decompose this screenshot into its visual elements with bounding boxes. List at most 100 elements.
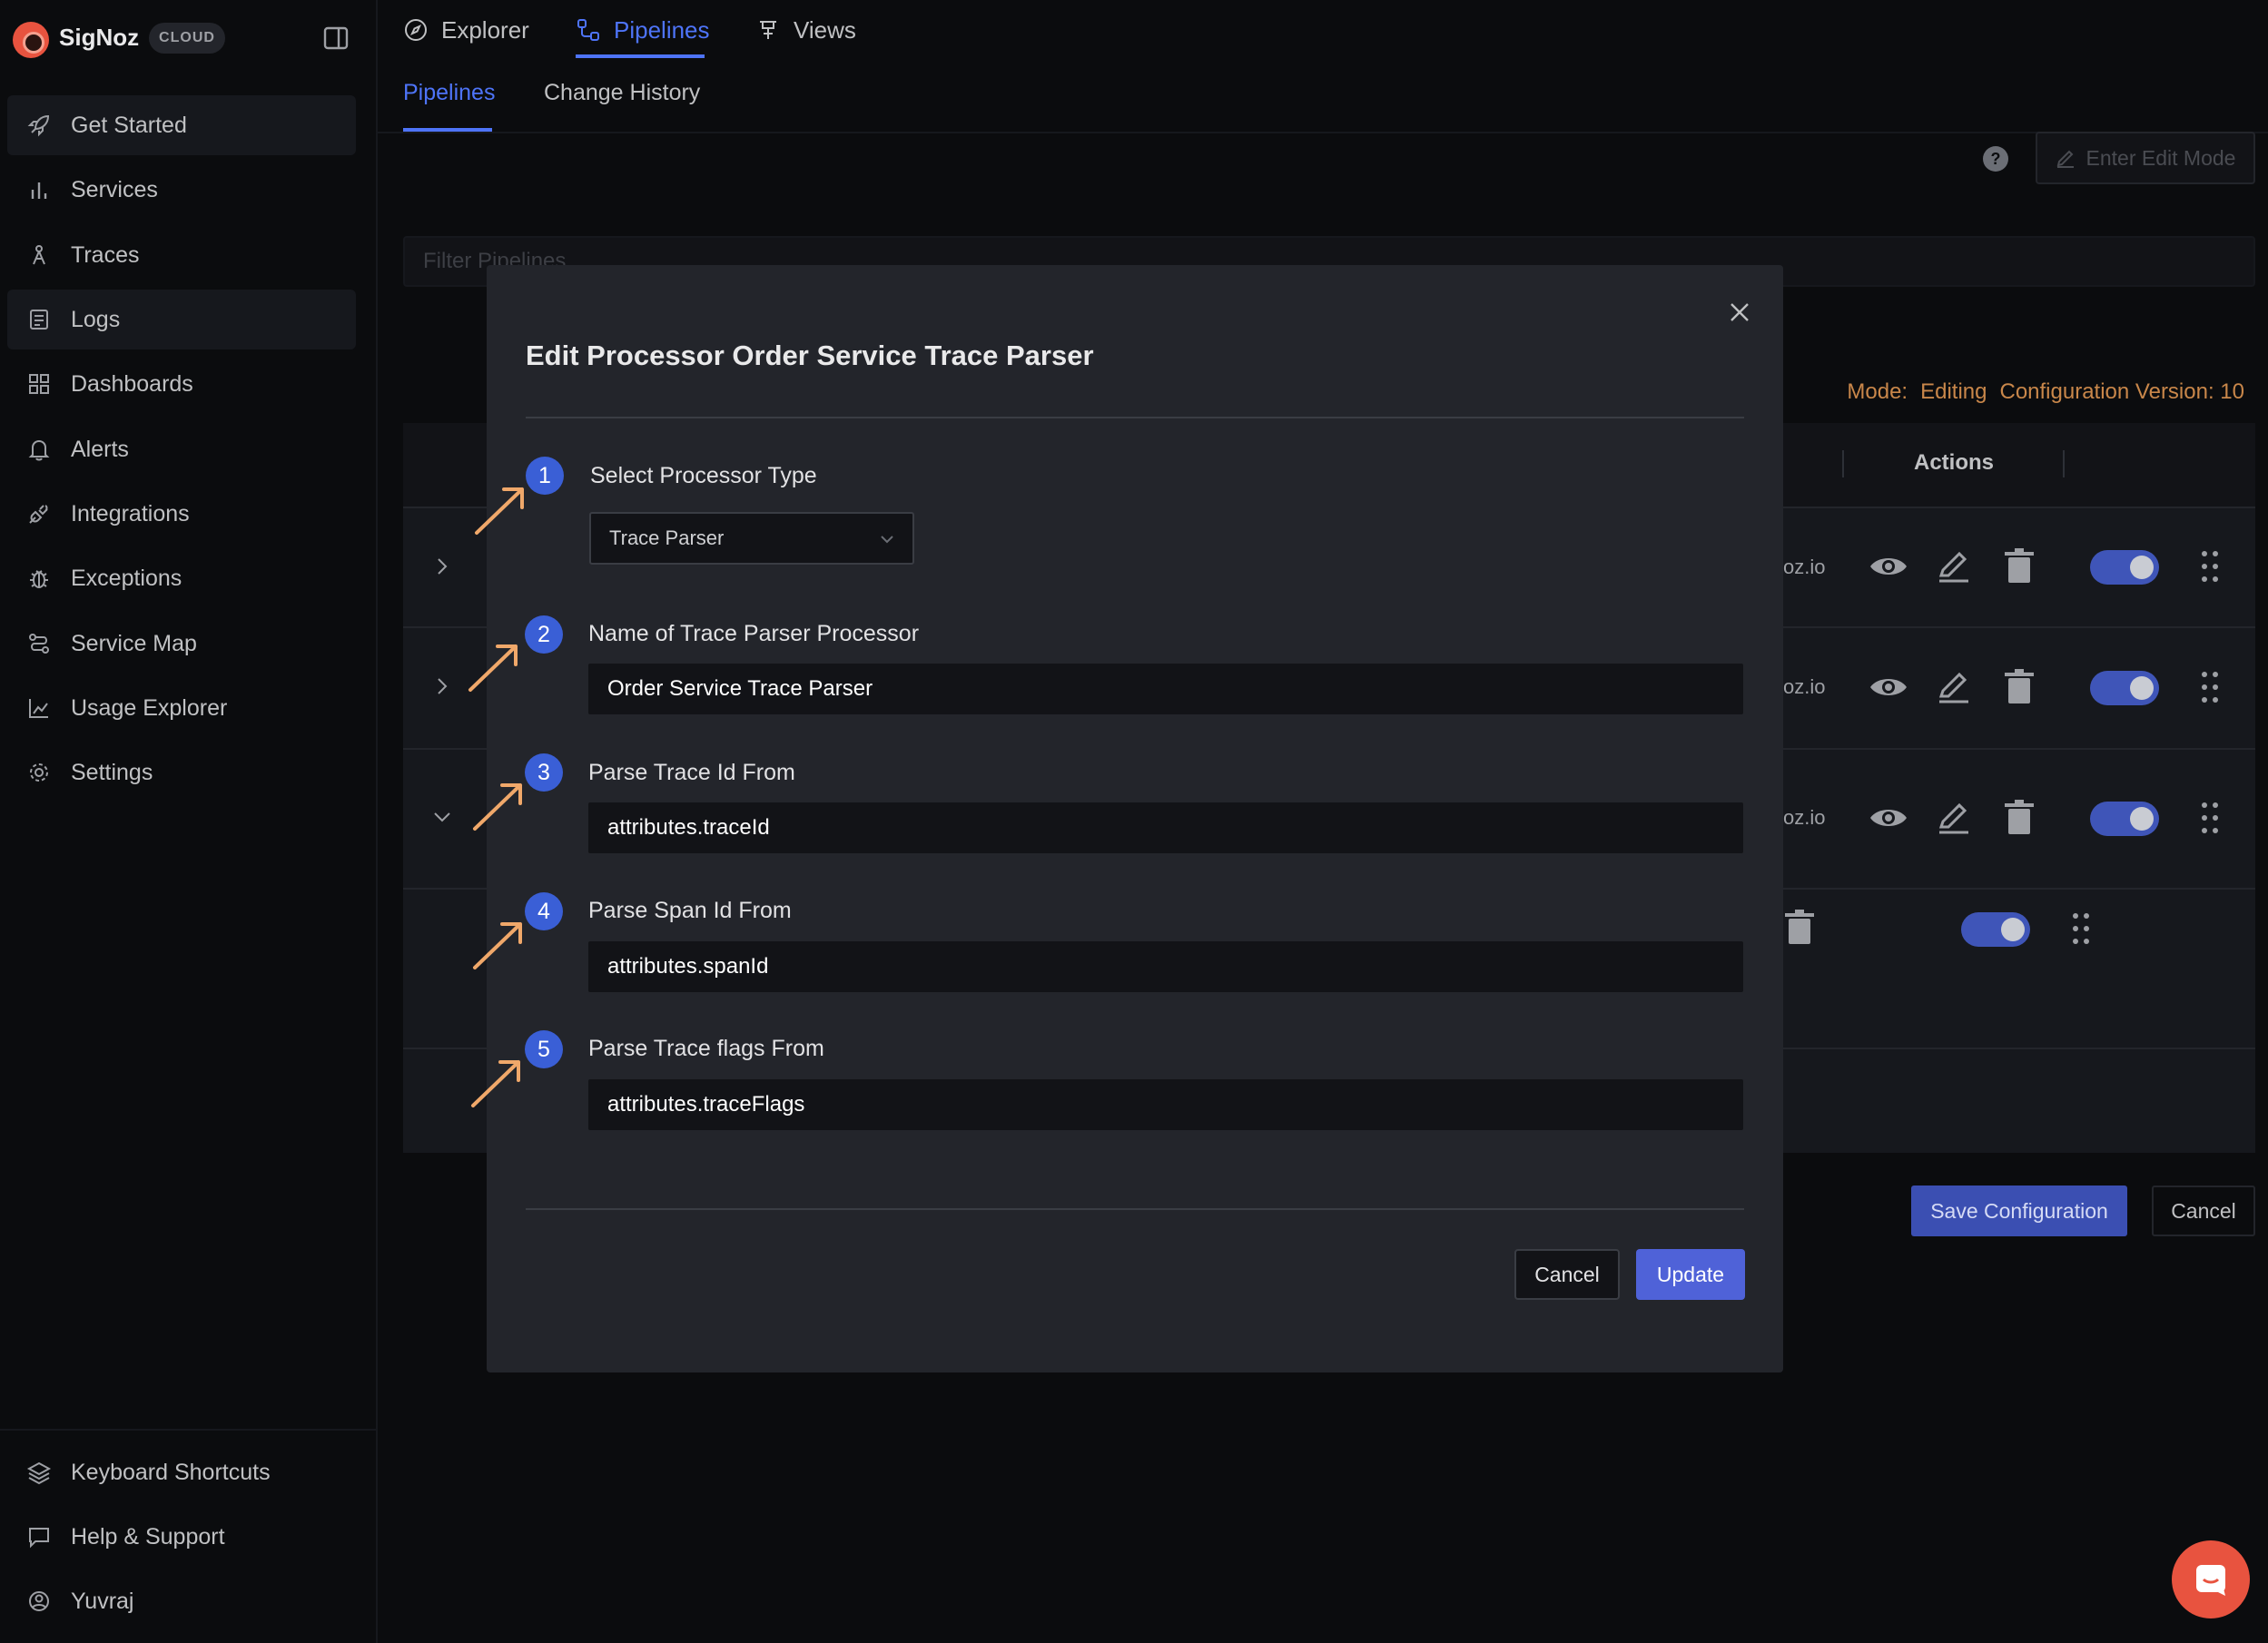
brand-name[interactable]: SigNoz (59, 24, 139, 52)
cloud-badge: CLOUD (149, 23, 225, 54)
update-button[interactable]: Update (1636, 1249, 1745, 1300)
chevron-down-icon (878, 530, 896, 548)
cancel-button[interactable]: Cancel (1514, 1249, 1620, 1300)
processor-type-select[interactable]: Trace Parser (589, 512, 914, 565)
eye-icon[interactable] (1869, 667, 1908, 707)
trash-icon[interactable] (1999, 546, 2039, 586)
logs-icon (24, 304, 54, 335)
trash-icon[interactable] (1999, 667, 2039, 707)
subtab-change-history[interactable]: Change History (544, 80, 700, 106)
tab-label: Views (794, 15, 856, 44)
cancel-configuration-button[interactable]: Cancel (2152, 1186, 2255, 1236)
sidebar-item-exceptions[interactable]: Exceptions (7, 548, 356, 608)
chevron-right-icon[interactable] (430, 674, 454, 698)
bar-chart-icon (24, 174, 54, 205)
mode-label: Mode: (1847, 379, 1908, 404)
sidebar-item-usage-explorer[interactable]: Usage Explorer (7, 678, 356, 738)
edit-mode-label: Enter Edit Mode (2086, 145, 2236, 170)
actions-column-header: Actions (1913, 450, 1994, 475)
step-badge: 1 (526, 457, 564, 495)
sidebar-item-dashboards[interactable]: Dashboards (7, 354, 356, 414)
sidebar-item-keyboard-shortcuts[interactable]: Keyboard Shortcuts (7, 1442, 356, 1502)
tab-pipelines[interactable]: Pipelines (576, 7, 710, 53)
drag-handle-icon[interactable] (2190, 546, 2230, 586)
sidebar-item-label: Yuvraj (71, 1588, 134, 1614)
processor-type-label: Select Processor Type (590, 463, 817, 488)
sidebar-item-settings[interactable]: Settings (7, 743, 356, 802)
sidebar-item-help-support[interactable]: Help & Support (7, 1507, 356, 1567)
drag-handle-icon[interactable] (2061, 909, 2101, 949)
drag-handle-icon[interactable] (2190, 798, 2230, 838)
pipeline-enabled-toggle[interactable] (2090, 550, 2159, 585)
active-tab-indicator (576, 54, 705, 58)
traces-icon (24, 240, 54, 271)
trash-icon[interactable] (1999, 798, 2039, 838)
chat-support-button[interactable] (2172, 1540, 2250, 1618)
sidebar-item-user[interactable]: Yuvraj (7, 1571, 356, 1631)
help-icon[interactable]: ? (1982, 145, 2009, 172)
column-separator (1842, 450, 1844, 477)
config-version: Configuration Version: 10 (1999, 379, 2244, 404)
tab-label: Pipelines (614, 15, 710, 44)
sidebar-item-label: Get Started (71, 112, 187, 138)
pipeline-icon (576, 17, 601, 43)
sidebar-divider (0, 1429, 378, 1431)
edit-icon[interactable] (1934, 798, 1974, 838)
subtab-pipelines[interactable]: Pipelines (403, 80, 495, 106)
sidebar-item-label: Integrations (71, 500, 190, 526)
eye-icon[interactable] (1869, 546, 1908, 586)
sidebar-item-alerts[interactable]: Alerts (7, 419, 356, 479)
edit-icon[interactable] (1934, 667, 1974, 707)
compass-icon (403, 17, 429, 43)
pipeline-enabled-toggle[interactable] (2090, 802, 2159, 836)
tab-views[interactable]: Views (755, 7, 856, 53)
enter-edit-mode-button[interactable]: Enter Edit Mode (2036, 132, 2255, 184)
sidebar-item-label: Logs (71, 306, 121, 332)
eye-icon[interactable] (1869, 798, 1908, 838)
sidebar-collapse-icon[interactable] (323, 25, 349, 51)
close-icon[interactable] (1727, 300, 1752, 325)
sidebar-item-integrations[interactable]: Integrations (7, 484, 356, 544)
views-icon (755, 17, 781, 43)
chevron-right-icon[interactable] (430, 555, 454, 578)
route-icon (24, 628, 54, 659)
mode-status: Mode: Editing Configuration Version: 10 (1847, 379, 2244, 405)
plug-icon (24, 498, 54, 529)
sidebar-item-service-map[interactable]: Service Map (7, 614, 356, 674)
step-badge: 3 (525, 753, 563, 792)
modal-footer-divider (526, 1208, 1744, 1210)
table-cell-host: oz.io (1783, 806, 1826, 829)
parse-trace-flags-input[interactable] (588, 1079, 1743, 1130)
drag-handle-icon[interactable] (2190, 667, 2230, 707)
sidebar-item-label: Help & Support (71, 1523, 225, 1550)
sidebar-item-logs[interactable]: Logs (7, 290, 356, 349)
sidebar-item-label: Settings (71, 759, 153, 785)
parse-span-id-input[interactable] (588, 941, 1743, 992)
sidebar-item-label: Traces (71, 241, 140, 268)
processor-name-input[interactable] (588, 664, 1743, 714)
sidebar-item-services[interactable]: Services (7, 160, 356, 220)
edit-icon[interactable] (1934, 546, 1974, 586)
parse-trace-flags-label: Parse Trace flags From (588, 1036, 824, 1061)
processor-name-label: Name of Trace Parser Processor (588, 621, 920, 646)
save-configuration-button[interactable]: Save Configuration (1911, 1186, 2127, 1236)
sidebar-item-label: Dashboards (71, 370, 193, 397)
sidebar-item-traces[interactable]: Traces (7, 225, 356, 285)
signoz-logo-icon[interactable] (13, 22, 49, 58)
trash-icon[interactable] (1780, 908, 1819, 948)
message-icon (24, 1521, 54, 1552)
subtabs-border (378, 132, 2268, 133)
mode-value: Editing (1920, 379, 1987, 404)
table-cell-host: oz.io (1783, 556, 1826, 578)
tab-label: Explorer (441, 15, 529, 44)
pipeline-enabled-toggle[interactable] (2090, 671, 2159, 705)
processor-enabled-toggle[interactable] (1961, 912, 2030, 947)
parse-trace-id-input[interactable] (588, 802, 1743, 853)
layers-icon (24, 1457, 54, 1488)
column-separator (2063, 450, 2065, 477)
modal-divider (526, 417, 1744, 418)
bell-icon (24, 434, 54, 465)
tab-explorer[interactable]: Explorer (403, 7, 529, 53)
sidebar-item-get-started[interactable]: Get Started (7, 95, 356, 155)
chevron-down-icon[interactable] (430, 805, 454, 829)
